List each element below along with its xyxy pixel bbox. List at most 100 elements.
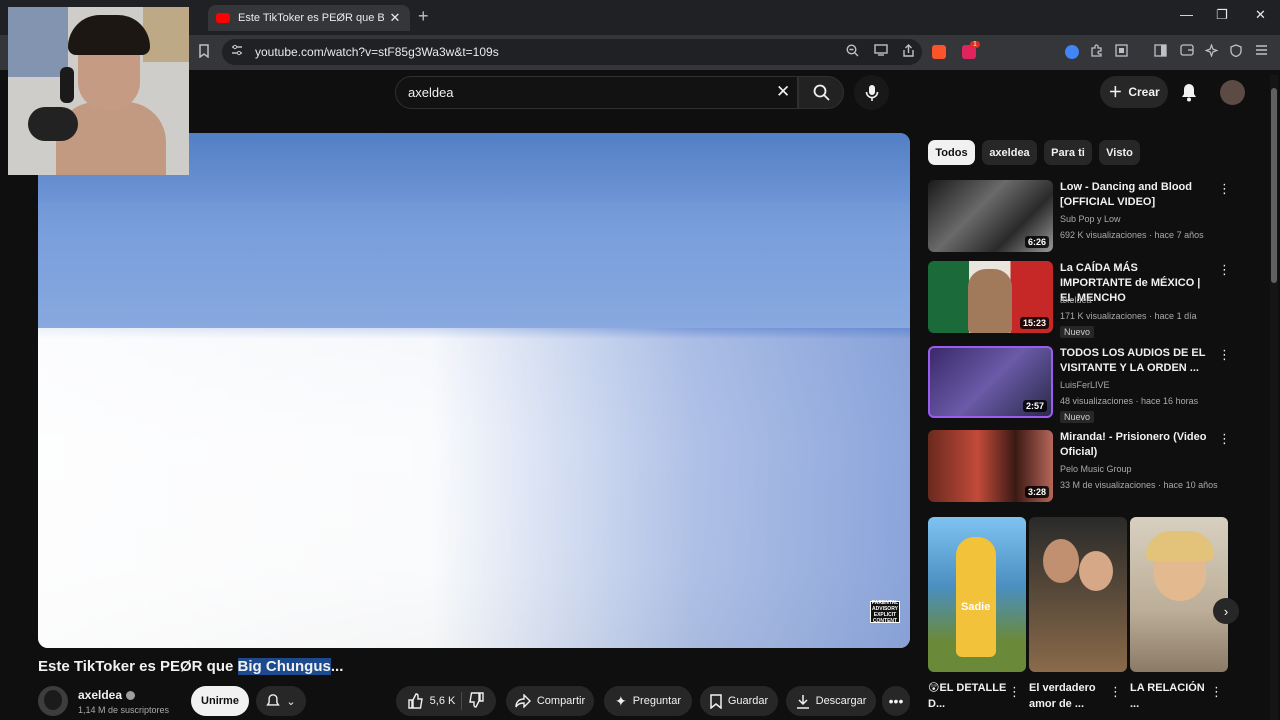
recommendation-channel[interactable]: LuisFerLIVE [1060, 380, 1110, 390]
restore-icon[interactable]: ❐ [1216, 7, 1228, 23]
address-toolbar: youtube.com/watch?v=stF85g3Wa3w&t=109s 1 [0, 35, 1280, 70]
short-title[interactable]: LA RELACIÓN ... [1130, 680, 1216, 712]
video-player[interactable]: PARENTAL ADVISORY EXPLICIT CONTENT [38, 133, 910, 648]
tab-title: Este TikToker es PEØR que Big Ch [238, 12, 384, 24]
recommendation-title[interactable]: TODOS LOS AUDIOS DE EL VISITANTE Y LA OR… [1060, 346, 1208, 376]
shorts-next-button[interactable]: › [1213, 598, 1239, 624]
chip-todos[interactable]: Todos [928, 140, 975, 165]
recommendation-item[interactable]: 3:28 Miranda! - Prisionero (Video Oficia… [928, 430, 1231, 510]
short-thumbnail[interactable]: Sadie [928, 517, 1026, 672]
browser-tab-bar: Este TikToker es PEØR que Big Ch ✕ + — ❐… [0, 0, 1280, 35]
clear-search-icon[interactable]: ✕ [776, 82, 790, 102]
account-avatar[interactable] [1220, 80, 1245, 105]
voice-search-button[interactable] [854, 75, 889, 110]
recommendation-item[interactable]: 2:57 TODOS LOS AUDIOS DE EL VISITANTE Y … [928, 346, 1231, 426]
share-button[interactable]: Compartir [506, 686, 594, 716]
brave-shield-icon[interactable] [932, 45, 946, 59]
recommendation-channel[interactable]: Pelo Music Group [1060, 464, 1132, 474]
scrollbar-thumb[interactable] [1271, 88, 1277, 283]
recommendation-stats: 171 K visualizaciones · hace 1 día [1060, 311, 1197, 321]
wallet-icon[interactable] [1180, 44, 1194, 59]
sidebar-icon[interactable] [1154, 44, 1167, 60]
minimize-icon[interactable]: — [1180, 7, 1193, 22]
vpn-shield-icon[interactable] [1230, 44, 1242, 60]
more-horizontal-icon: ••• [888, 693, 904, 709]
screenshot-icon[interactable] [1115, 44, 1128, 60]
video-duration: 15:23 [1019, 317, 1049, 329]
close-window-icon[interactable]: ✕ [1255, 7, 1266, 23]
video-thumbnail[interactable]: 2:57 [928, 346, 1053, 418]
title-highlight: Big Chungus [237, 658, 331, 675]
download-button[interactable]: Descargar [786, 686, 876, 716]
short-thumbnail[interactable] [1130, 517, 1228, 672]
more-vertical-icon[interactable]: ⋮ [1218, 182, 1231, 195]
extension-badge: 1 [970, 41, 980, 48]
video-thumbnail[interactable]: 3:28 [928, 430, 1053, 502]
more-vertical-icon[interactable]: ⋮ [1218, 432, 1231, 445]
short-title[interactable]: 😲EL DETALLE D... [928, 680, 1014, 712]
channel-avatar[interactable] [38, 686, 68, 716]
more-vertical-icon[interactable]: ⋮ [1008, 684, 1021, 700]
chip-para-ti[interactable]: Para ti [1044, 140, 1092, 165]
bookmark-save-icon [710, 693, 722, 709]
video-thumbnail[interactable]: 15:23 [928, 261, 1053, 333]
more-vertical-icon[interactable]: ⋮ [1218, 348, 1231, 361]
site-settings-icon[interactable] [231, 44, 243, 59]
leo-ai-icon[interactable] [1204, 43, 1219, 60]
browser-tab[interactable]: Este TikToker es PEØR que Big Ch ✕ [208, 5, 410, 31]
short-title[interactable]: El verdadero amor de ... [1029, 680, 1115, 712]
recommendation-item[interactable]: 6:26 Low - Dancing and Blood [OFFICIAL V… [928, 180, 1231, 260]
recommendation-channel[interactable]: Sub Pop y Low [1060, 214, 1121, 224]
save-button[interactable]: Guardar [700, 686, 778, 716]
search-input[interactable]: axeldea [408, 85, 454, 100]
video-title: Este TikToker es PEØR que Big Chungus... [38, 658, 344, 675]
short-thumbnail[interactable] [1029, 517, 1127, 672]
url-text[interactable]: youtube.com/watch?v=stF85g3Wa3w&t=109s [255, 45, 499, 59]
new-badge: Nuevo [1060, 326, 1095, 338]
plus-icon: ＋ [1108, 84, 1123, 100]
more-vertical-icon[interactable]: ⋮ [1218, 263, 1231, 276]
chevron-right-icon: › [1223, 603, 1229, 619]
cast-icon[interactable] [874, 44, 888, 59]
puzzle-extensions-icon[interactable] [1090, 44, 1103, 60]
recommendation-title[interactable]: Miranda! - Prisionero (Video Oficial) [1060, 430, 1208, 460]
like-count: 5,6 K [429, 695, 456, 707]
bookmark-icon[interactable] [198, 44, 210, 61]
chip-visto[interactable]: Visto [1099, 140, 1140, 165]
channel-name[interactable]: axeldea [78, 688, 136, 702]
recommendation-channel[interactable]: axeldea [1060, 295, 1092, 305]
share-page-icon[interactable] [902, 44, 915, 60]
recommendation-stats: 48 visualizaciones · hace 16 horas [1060, 396, 1199, 406]
chip-axeldea[interactable]: axeldea [982, 140, 1037, 165]
recommendation-stats: 33 M de visualizaciones · hace 10 años [1060, 480, 1218, 490]
notifications-bell-icon[interactable] [1180, 82, 1198, 107]
join-button[interactable]: Unirme [191, 686, 249, 716]
recommendation-item[interactable]: 15:23 La CAÍDA MÁS IMPORTANTE de MÉXICO … [928, 261, 1231, 341]
subscriber-count: 1,14 M de suscriptores [78, 705, 170, 715]
more-vertical-icon[interactable]: ⋮ [1109, 684, 1122, 700]
search-box[interactable] [395, 76, 798, 109]
recommendation-title[interactable]: Low - Dancing and Blood [OFFICIAL VIDEO] [1060, 180, 1208, 210]
like-button[interactable]: 5,6 K [407, 693, 456, 709]
browser-menu-icon[interactable] [1255, 44, 1268, 59]
video-duration: 6:26 [1024, 236, 1049, 248]
thumbs-up-icon [407, 693, 423, 709]
dislike-button[interactable] [468, 691, 485, 711]
ask-button[interactable]: ✦ Preguntar [604, 686, 692, 716]
share-arrow-icon [515, 694, 531, 708]
video-thumbnail[interactable]: 6:26 [928, 180, 1053, 252]
more-vertical-icon[interactable]: ⋮ [1210, 684, 1223, 700]
youtube-favicon-icon [216, 13, 230, 23]
create-label: Crear [1128, 85, 1160, 99]
notification-toggle-button[interactable]: ⌄ [256, 686, 306, 716]
create-button[interactable]: ＋ Crear [1100, 76, 1168, 108]
chevron-down-icon: ⌄ [286, 695, 296, 708]
extension-icon[interactable] [1065, 45, 1079, 59]
zoom-icon[interactable] [846, 44, 859, 60]
more-actions-button[interactable]: ••• [882, 686, 910, 716]
new-badge: Nuevo [1060, 411, 1095, 423]
new-tab-icon[interactable]: + [418, 6, 429, 27]
short-overlay-text: Sadie [961, 601, 991, 613]
search-button[interactable] [798, 76, 844, 109]
tab-close-icon[interactable]: ✕ [388, 10, 402, 26]
